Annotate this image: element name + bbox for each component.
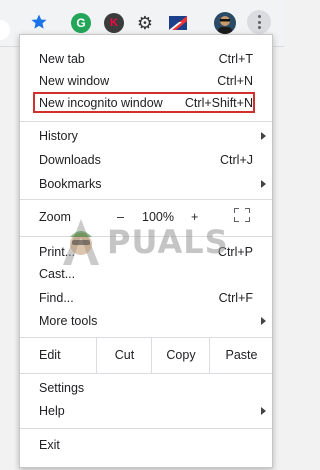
menu-item-settings[interactable]: Settings (20, 377, 272, 399)
highlight-box (33, 92, 255, 113)
menu-item-exit[interactable]: Exit (20, 434, 272, 456)
menu-item-label: Exit (39, 438, 60, 452)
menu-item-label: Print... (39, 245, 76, 259)
menu-item-label: Bookmarks (39, 177, 102, 191)
menu-divider (20, 373, 272, 374)
menu-item-find[interactable]: Find... Ctrl+F (20, 287, 272, 309)
kebab-dot (257, 26, 261, 29)
zoom-out-button[interactable]: – (117, 210, 124, 224)
menu-item-label: Downloads (39, 153, 101, 167)
k-extension-icon[interactable]: K (104, 13, 124, 33)
menu-item-label: History (39, 129, 78, 143)
menu-item-label: Zoom (39, 210, 71, 224)
chrome-main-menu: New tab Ctrl+T New window Ctrl+N New inc… (19, 34, 273, 468)
zoom-level: 100% (142, 210, 174, 224)
menu-item-shortcut: Ctrl+F (218, 291, 253, 305)
menu-divider (20, 121, 272, 122)
profile-avatar[interactable] (214, 12, 236, 34)
menu-item-history[interactable]: History (20, 125, 272, 147)
menu-divider (20, 236, 272, 237)
fullscreen-icon[interactable] (234, 208, 250, 222)
zoom-in-button[interactable]: + (191, 210, 198, 224)
menu-divider (20, 428, 272, 429)
fullscreen-corner (234, 208, 239, 213)
menu-item-more-tools[interactable]: More tools (20, 310, 272, 332)
menu-item-label: Find... (39, 291, 74, 305)
fullscreen-corner (245, 208, 250, 213)
menu-item-label: New tab (39, 52, 85, 66)
menu-item-help[interactable]: Help (20, 400, 272, 422)
fullscreen-corner (234, 217, 239, 222)
menu-item-label: New window (39, 74, 110, 88)
menu-divider (20, 199, 272, 200)
kebab-dot (257, 15, 261, 18)
submenu-arrow-icon (261, 317, 266, 325)
menu-item-bookmarks[interactable]: Bookmarks (20, 173, 272, 195)
copy-button[interactable]: Copy (151, 337, 210, 373)
menu-item-label: Settings (39, 381, 85, 395)
submenu-arrow-icon (261, 132, 266, 140)
fullscreen-corner (245, 217, 250, 222)
flag-extension-icon[interactable] (168, 13, 188, 33)
menu-item-shortcut: Ctrl+J (220, 153, 253, 167)
paste-button[interactable]: Paste (209, 337, 273, 373)
grammarly-icon[interactable]: G (71, 13, 91, 33)
omnibox-edge[interactable] (0, 20, 10, 40)
submenu-arrow-icon (261, 407, 266, 415)
avatar-image (218, 16, 232, 34)
menu-item-shortcut: Ctrl+T (218, 52, 253, 66)
menu-item-label: Cast... (39, 267, 76, 281)
bookmark-star-icon[interactable] (30, 13, 48, 31)
menu-item-shortcut: Ctrl+P (217, 245, 253, 259)
cut-button[interactable]: Cut (96, 337, 152, 373)
menu-item-shortcut: Ctrl+N (217, 74, 253, 88)
menu-item-new-window[interactable]: New window Ctrl+N (20, 70, 272, 92)
edit-label: Edit (39, 348, 61, 362)
menu-item-downloads[interactable]: Downloads Ctrl+J (20, 149, 272, 171)
menu-item-label: More tools (39, 314, 98, 328)
menu-item-cast[interactable]: Cast... (20, 263, 272, 285)
gear-extension-icon[interactable]: ⚙ (135, 13, 155, 33)
menu-kebab-button[interactable] (247, 10, 271, 34)
submenu-arrow-icon (261, 180, 266, 188)
menu-item-print[interactable]: Print... Ctrl+P (20, 241, 272, 263)
menu-item-new-tab[interactable]: New tab Ctrl+T (20, 48, 272, 70)
menu-item-label: Help (39, 404, 65, 418)
kebab-dot (257, 20, 261, 24)
